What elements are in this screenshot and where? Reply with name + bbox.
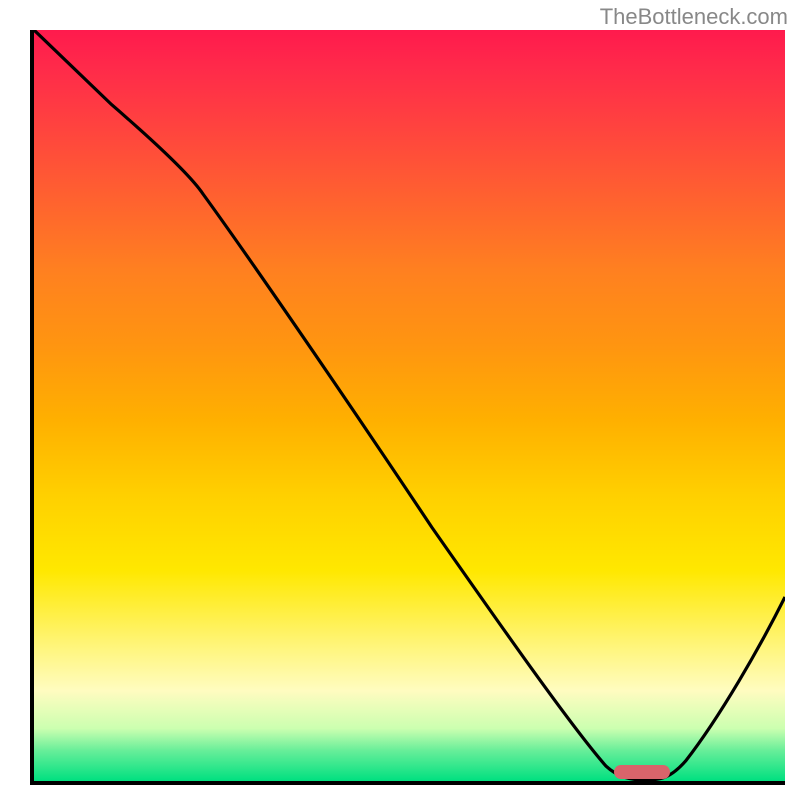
plot-area xyxy=(30,30,785,785)
curve-svg xyxy=(34,30,785,781)
bottleneck-curve xyxy=(34,30,785,780)
attribution-text: TheBottleneck.com xyxy=(600,4,788,30)
optimal-marker xyxy=(614,765,670,779)
